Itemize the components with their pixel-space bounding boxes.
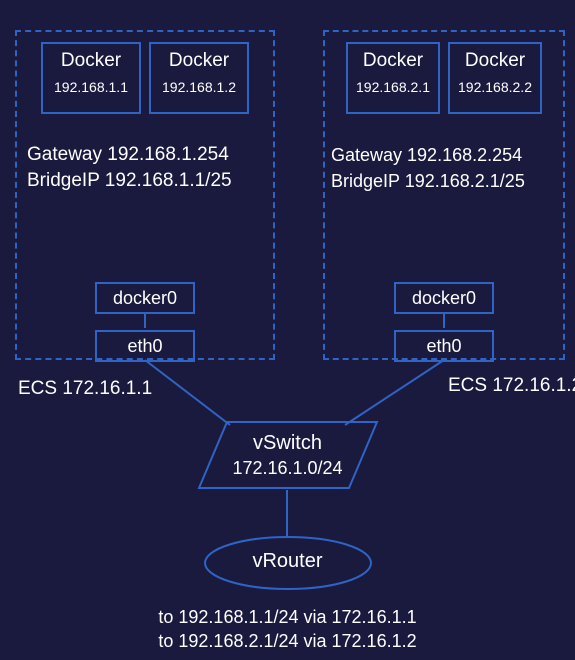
vswitch-title: vSwitch [197,432,379,455]
ecs-ip-label-left: ECS 172.16.1.1 [18,378,152,400]
gateway-label: Gateway 192.168.2.254 [325,142,563,168]
docker-ip: 192.168.1.2 [151,78,247,96]
docker0-interface: docker0 [394,282,494,314]
vswitch-subnet: 172.16.1.0/24 [197,458,379,479]
gateway-label: Gateway 192.168.1.254 [17,142,273,168]
docker-label: Docker [465,50,525,71]
vswitch-shape [197,420,379,490]
route-table: to 192.168.1.1/24 via 172.16.1.1 to 192.… [0,605,575,653]
docker-ip: 192.168.1.1 [43,78,139,96]
ecs-ip-label-right: ECS 172.16.1.2 [448,375,575,397]
eth0-interface: eth0 [95,330,195,362]
docker-label: Docker [363,50,423,71]
docker-row: Docker 192.168.2.1 Docker 192.168.2.2 [325,42,563,114]
bridgeip-label: BridgeIP 192.168.2.1/25 [325,168,563,194]
ecs-host-left: Docker 192.168.1.1 Docker 192.168.1.2 Ga… [15,30,275,360]
docker0-interface: docker0 [95,282,195,314]
docker-row: Docker 192.168.1.1 Docker 192.168.1.2 [17,42,273,114]
docker-container: Docker 192.168.2.1 [346,42,440,114]
route-entry: to 192.168.2.1/24 via 172.16.1.2 [0,629,575,653]
docker-container: Docker 192.168.1.2 [149,42,249,114]
vrouter-node: vRouter [203,535,373,591]
vswitch-node: vSwitch 172.16.1.0/24 [197,420,379,490]
ecs-host-right: Docker 192.168.2.1 Docker 192.168.2.2 Ga… [323,30,565,360]
diagram-canvas: Docker 192.168.1.1 Docker 192.168.1.2 Ga… [0,0,575,660]
docker-label: Docker [169,50,229,71]
docker-ip: 192.168.2.1 [348,78,438,96]
docker-label: Docker [61,50,121,71]
docker-container: Docker 192.168.1.1 [41,42,141,114]
eth0-interface: eth0 [394,330,494,362]
route-entry: to 192.168.1.1/24 via 172.16.1.1 [0,605,575,629]
vrouter-title: vRouter [203,550,373,573]
bridgeip-label: BridgeIP 192.168.1.1/25 [17,168,273,194]
docker-container: Docker 192.168.2.2 [448,42,542,114]
docker-ip: 192.168.2.2 [450,78,540,96]
